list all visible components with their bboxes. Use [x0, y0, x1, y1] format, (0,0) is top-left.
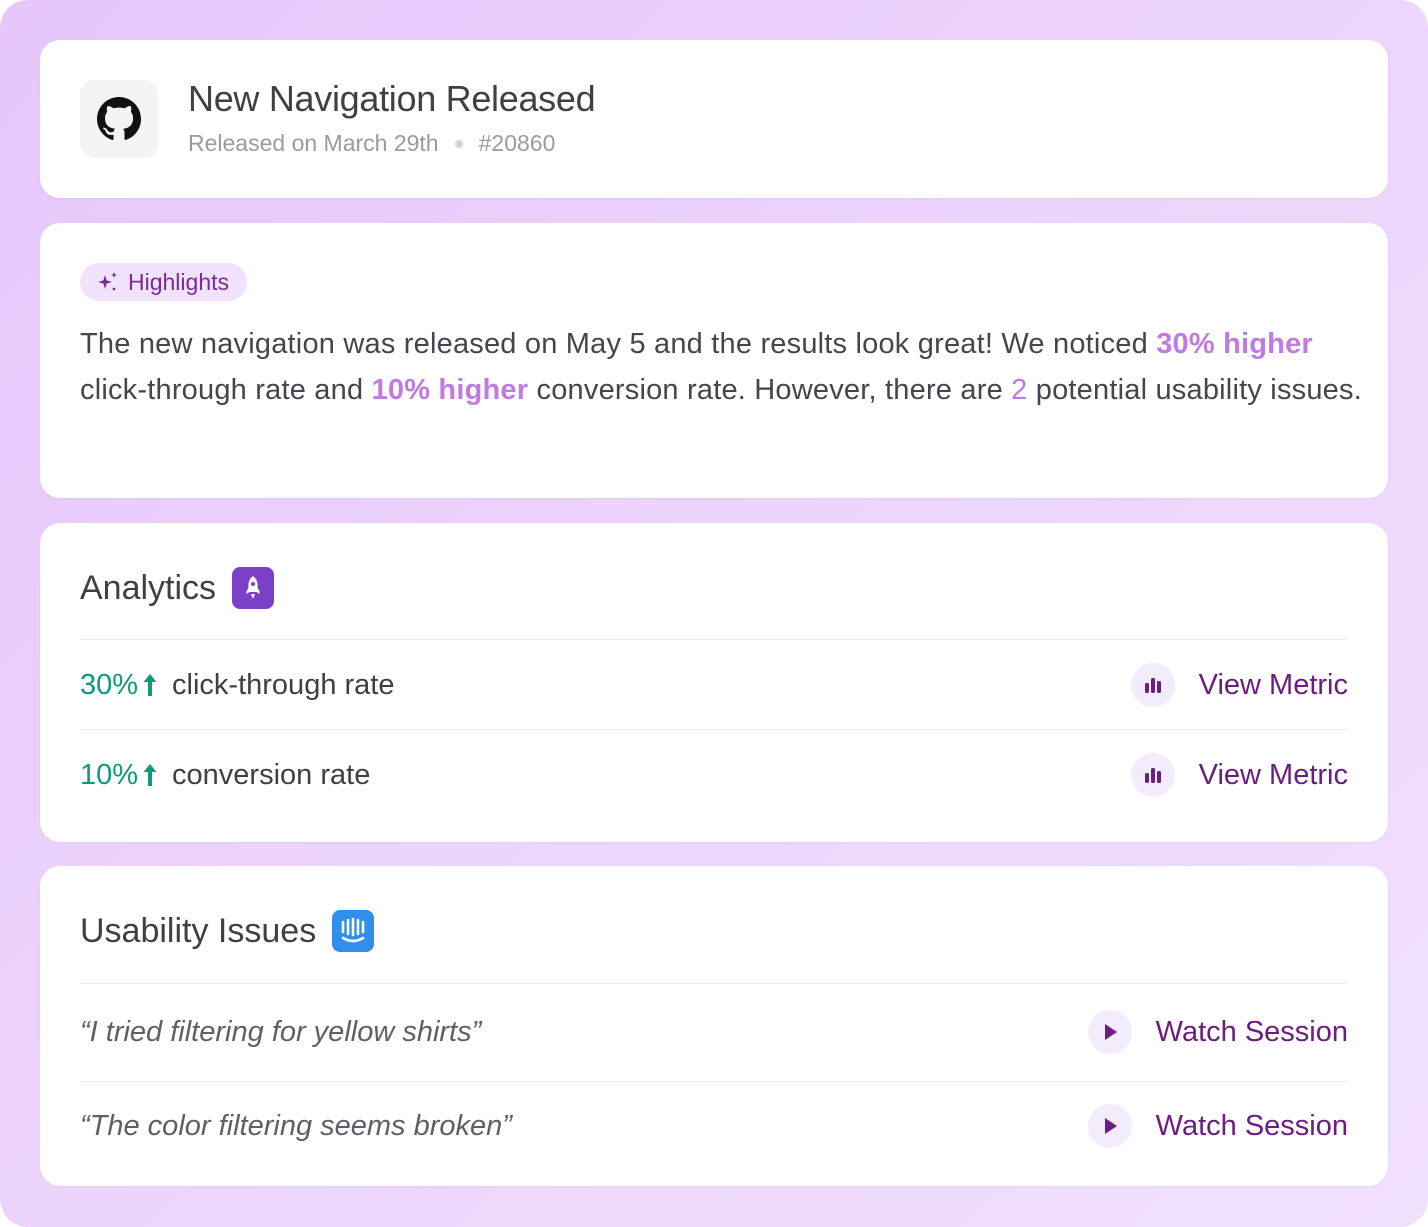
highlights-label: Highlights [128, 268, 229, 295]
metric-row: 30% click-through rate View Metric [80, 660, 1348, 710]
summary-text: potential usability issues. [1027, 374, 1362, 406]
usability-title: Usability Issues [80, 911, 317, 950]
release-date: Released on March 29th [188, 130, 439, 156]
analytics-title: Analytics [80, 568, 217, 607]
github-logo [80, 80, 158, 158]
summary-text: click-through rate and [80, 374, 372, 406]
usability-card: Usability Issues “I tried filtering for … [40, 866, 1388, 1186]
summary-stat-conversion: 10% higher [371, 374, 529, 406]
analytics-card: Analytics 30% click-through rate View Me… [40, 523, 1388, 842]
highlights-summary: The new navigation was released on May 5… [80, 321, 1365, 413]
intercom-badge [332, 910, 375, 952]
release-title: New Navigation Released [188, 78, 596, 119]
metric-value: 30% [80, 669, 172, 702]
divider [80, 983, 1348, 984]
watch-session-link[interactable]: Watch Session [1156, 1110, 1348, 1143]
metric-label: click-through rate [172, 668, 395, 701]
issue-row: “I tried filtering for yellow shirts” Wa… [80, 1007, 1348, 1057]
rocket-icon [246, 576, 260, 599]
page-background: New Navigation Released Released on Marc… [0, 0, 1428, 1227]
issue-quote: “I tried filtering for yellow shirts” [80, 1015, 482, 1048]
watch-session-icon-button[interactable] [1087, 1104, 1132, 1148]
summary-text: conversion rate. However, there are [528, 374, 1012, 406]
metric-label: conversion rate [172, 758, 371, 791]
divider [80, 1081, 1348, 1082]
divider [80, 639, 1348, 640]
sparkles-icon [98, 272, 117, 291]
summary-issue-count: 2 [1011, 374, 1028, 406]
watch-session-icon-button[interactable] [1087, 1010, 1132, 1054]
bar-chart-icon [1144, 768, 1161, 783]
intercom-icon [341, 917, 365, 943]
view-metric-icon-button[interactable] [1130, 753, 1175, 797]
view-metric-link[interactable]: View Metric [1199, 759, 1348, 792]
watch-session-link[interactable]: Watch Session [1156, 1016, 1348, 1049]
summary-text: The new navigation was released on May 5… [80, 328, 1157, 360]
highlights-pill: Highlights [80, 263, 247, 301]
github-icon [97, 97, 141, 140]
up-arrow-icon [143, 764, 157, 786]
metric-row: 10% conversion rate View Metric [80, 750, 1348, 800]
highlights-card: Highlights The new navigation was releas… [40, 223, 1388, 498]
play-icon [1104, 1118, 1117, 1134]
summary-stat-ctr: 30% higher [1156, 328, 1313, 360]
play-icon [1104, 1024, 1117, 1040]
issue-row: “The color filtering seems broken” Watch… [80, 1101, 1348, 1151]
pr-number[interactable]: #20860 [479, 130, 556, 157]
release-card: New Navigation Released Released on Marc… [40, 40, 1388, 198]
analytics-heading: Analytics [80, 567, 275, 609]
usability-heading: Usability Issues [80, 910, 375, 952]
release-meta: Released on March 29th #20860 [188, 130, 555, 157]
rocket-badge [232, 567, 275, 609]
bar-chart-icon [1144, 678, 1161, 693]
metric-value: 10% [80, 759, 172, 792]
separator-dot [454, 139, 463, 148]
issue-quote: “The color filtering seems broken” [80, 1109, 512, 1142]
view-metric-icon-button[interactable] [1130, 663, 1175, 707]
view-metric-link[interactable]: View Metric [1199, 669, 1348, 702]
divider [80, 729, 1348, 730]
up-arrow-icon [143, 674, 157, 696]
